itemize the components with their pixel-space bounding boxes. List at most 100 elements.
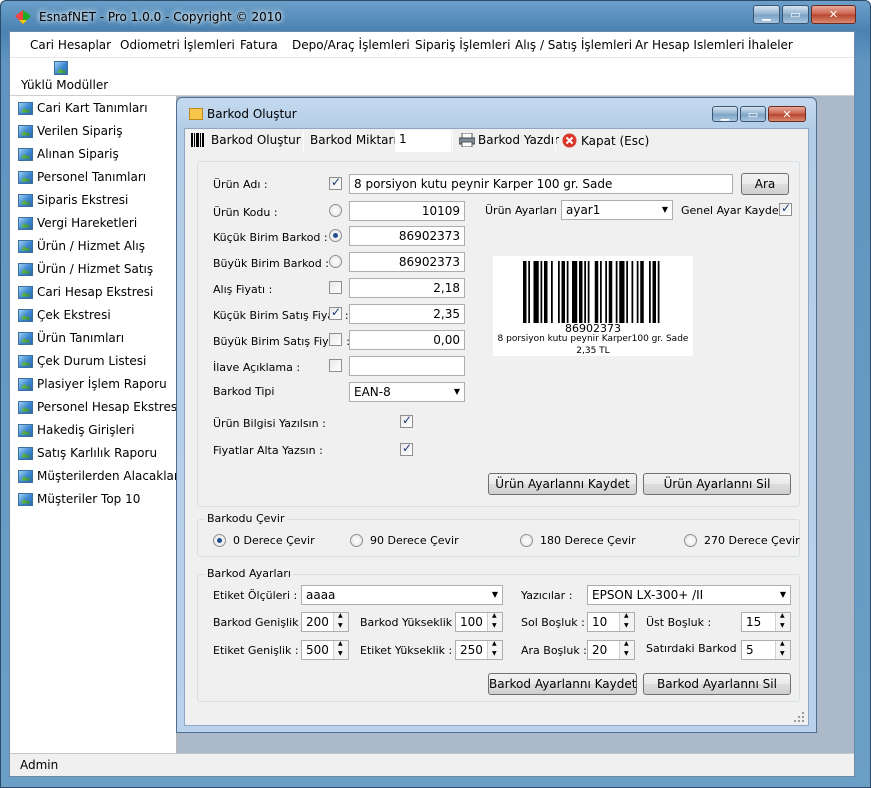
menu-odiometri[interactable]: Odiometri İşlemleri bbox=[120, 38, 235, 52]
ilave-aciklama-checkbox[interactable] bbox=[329, 359, 342, 372]
menu-fatura[interactable]: Fatura bbox=[240, 38, 278, 52]
buyuk-barkod-radio[interactable] bbox=[329, 255, 342, 268]
satirdaki-barkod-spinner[interactable]: 5 bbox=[741, 640, 791, 660]
spinner-arrows-icon[interactable] bbox=[487, 640, 502, 659]
sidebar-item-plasiyer[interactable]: Plasiyer İşlem Raporu bbox=[18, 374, 167, 394]
urun-ayarlari-select[interactable]: ayar1 bbox=[561, 200, 673, 220]
title-bar[interactable]: EsnafNET - Pro 1.0.0 - Copyright © 2010 … bbox=[1, 1, 870, 31]
rotate-90-label[interactable]: 90 Derece Çevir bbox=[370, 534, 459, 547]
sol-bosluk-label: Sol Boşluk : bbox=[521, 616, 585, 629]
resize-grip-icon[interactable] bbox=[793, 711, 805, 723]
barcode-bar bbox=[636, 261, 639, 323]
ara-bosluk-spinner[interactable]: 20 bbox=[587, 640, 635, 660]
spinner-arrows-icon[interactable] bbox=[619, 640, 634, 659]
sidebar-item-cek-durum[interactable]: Çek Durum Listesi bbox=[18, 351, 146, 371]
spinner-arrows-icon[interactable] bbox=[619, 612, 634, 631]
fiyatlar-alta-checkbox[interactable] bbox=[400, 441, 413, 456]
minimize-button[interactable]: ▁ bbox=[753, 5, 780, 24]
sidebar-item-urun-satis[interactable]: Ürün / Hizmet Satış bbox=[18, 259, 153, 279]
etiket-olculeri-select[interactable]: aaaa bbox=[301, 585, 503, 605]
buyuk-satis-input[interactable]: 0,00 bbox=[349, 330, 465, 350]
sidebar-item-verilen-siparis[interactable]: Verilen Sipariş bbox=[18, 121, 123, 141]
spinner-arrows-icon[interactable] bbox=[333, 612, 348, 631]
ust-bosluk-label: Üst Boşluk : bbox=[646, 616, 712, 629]
sol-bosluk-spinner[interactable]: 10 bbox=[587, 612, 635, 632]
buyuk-barkod-input[interactable]: 86902373 bbox=[349, 252, 465, 272]
ust-bosluk-spinner[interactable]: 15 bbox=[741, 612, 791, 632]
kucuk-barkod-input[interactable]: 86902373 bbox=[349, 226, 465, 246]
barkod-ayarlari-kaydet-button[interactable]: Barkod Ayarlannı Kaydet bbox=[488, 673, 637, 695]
barcode-bar bbox=[652, 261, 656, 323]
sidebar-item-alinan-siparis[interactable]: Alınan Sipariş bbox=[18, 144, 119, 164]
yazicilar-label: Yazıcılar : bbox=[521, 589, 573, 602]
barcode-bar bbox=[587, 261, 590, 323]
child-close-button[interactable]: ✕ bbox=[768, 106, 806, 122]
urun-ayarlari-sil-button[interactable]: Ürün Ayarlannı Sil bbox=[643, 473, 791, 495]
sidebar-item-cek-ekstresi[interactable]: Çek Ekstresi bbox=[18, 305, 111, 325]
menu-ihaleler[interactable]: İhaleler bbox=[748, 38, 793, 52]
menu-cari-hesaplar[interactable]: Cari Hesaplar bbox=[30, 38, 111, 52]
buyuk-satis-checkbox[interactable] bbox=[329, 333, 342, 346]
sidebar-item-personel[interactable]: Personel Tanımları bbox=[18, 167, 146, 187]
alis-fiyati-checkbox[interactable] bbox=[329, 281, 342, 294]
sidebar-item-urun-tanimlari[interactable]: Ürün Tanımları bbox=[18, 328, 124, 348]
etiket-yukseklik-spinner[interactable]: 250 bbox=[455, 640, 503, 660]
sidebar-item-musteri-alacak[interactable]: Müşterilerden Alacaklar bbox=[18, 466, 179, 486]
kucuk-satis-input[interactable]: 2,35 bbox=[349, 304, 465, 324]
spinner-arrows-icon[interactable] bbox=[775, 612, 790, 631]
rotate-0-label[interactable]: 0 Derece Çevir bbox=[233, 534, 315, 547]
urun-kodu-input[interactable]: 10109 bbox=[349, 201, 465, 221]
child-minimize-button[interactable]: ▁ bbox=[712, 106, 738, 122]
maximize-button[interactable]: ▭ bbox=[782, 5, 809, 24]
print-barcode-button[interactable]: Barkod Yazdır bbox=[459, 133, 559, 147]
close-esc-button[interactable]: Kapat (Esc) bbox=[562, 133, 649, 148]
urun-kodu-radio[interactable] bbox=[329, 204, 342, 217]
create-barcode-button[interactable]: Barkod Oluştur bbox=[191, 133, 301, 147]
menu-ar-hesap[interactable]: Ar Hesap Islemleri bbox=[635, 38, 745, 52]
spinner-arrows-icon[interactable] bbox=[487, 612, 502, 631]
modules-icon[interactable] bbox=[54, 61, 68, 75]
genel-ayar-checkbox[interactable] bbox=[779, 201, 792, 216]
kucuk-satis-checkbox[interactable] bbox=[329, 305, 342, 320]
urun-adi-input[interactable]: 8 porsiyon kutu peynir Karper 100 gr. Sa… bbox=[349, 174, 733, 194]
modules-label[interactable]: Yüklü Modüller bbox=[21, 78, 108, 92]
sidebar-item-urun-alis[interactable]: Ürün / Hizmet Alış bbox=[18, 236, 145, 256]
ara-button[interactable]: Ara bbox=[741, 173, 789, 195]
rotate-180-label[interactable]: 180 Derece Çevir bbox=[540, 534, 636, 547]
barkod-tipi-select[interactable]: EAN-8 bbox=[349, 382, 465, 402]
rotate-0-radio[interactable] bbox=[213, 534, 226, 547]
sidebar-item-cari-kart[interactable]: Cari Kart Tanımları bbox=[18, 98, 148, 118]
rotate-270-radio[interactable] bbox=[684, 534, 697, 547]
menu-siparis[interactable]: Sipariş İşlemleri bbox=[415, 38, 510, 52]
barcode-qty-input[interactable]: 1 bbox=[395, 130, 451, 152]
menu-alis-satis[interactable]: Alış / Satış İşlemleri bbox=[515, 38, 632, 52]
sidebar-item-siparis-ekstresi[interactable]: Siparis Ekstresi bbox=[18, 190, 128, 210]
status-user: Admin bbox=[20, 758, 59, 772]
etiket-genislik-spinner[interactable]: 500 bbox=[301, 640, 349, 660]
buyuk-barkod-label: Büyük Birim Barkod : bbox=[213, 257, 329, 270]
barkod-ayarlari-sil-button[interactable]: Barkod Ayarlannı Sil bbox=[643, 673, 791, 695]
urun-adi-checkbox[interactable] bbox=[329, 175, 342, 190]
barkod-genislik-spinner[interactable]: 200 bbox=[301, 612, 349, 632]
spinner-arrows-icon[interactable] bbox=[333, 640, 348, 659]
ilave-aciklama-input[interactable] bbox=[349, 356, 465, 376]
child-maximize-button[interactable]: ▭ bbox=[740, 106, 766, 122]
rotate-180-radio[interactable] bbox=[520, 534, 533, 547]
rotate-270-label[interactable]: 270 Derece Çevir bbox=[704, 534, 800, 547]
alis-fiyati-input[interactable]: 2,18 bbox=[349, 278, 465, 298]
sidebar-item-vergi[interactable]: Vergi Hareketleri bbox=[18, 213, 137, 233]
sidebar-item-musteri-top10[interactable]: Müşteriler Top 10 bbox=[18, 489, 140, 509]
close-button[interactable]: ✕ bbox=[811, 5, 856, 24]
kucuk-barkod-radio[interactable] bbox=[329, 229, 342, 242]
sidebar-item-hakedis[interactable]: Hakediş Girişleri bbox=[18, 420, 134, 440]
yazicilar-select[interactable]: EPSON LX-300+ /II bbox=[587, 585, 791, 605]
sidebar-item-cari-ekstre[interactable]: Cari Hesap Ekstresi bbox=[18, 282, 153, 302]
urun-ayarlari-kaydet-button[interactable]: Ürün Ayarlannı Kaydet bbox=[488, 473, 637, 495]
menu-depo-arac[interactable]: Depo/Araç İşlemleri bbox=[292, 38, 410, 52]
sidebar-item-personel-hesap[interactable]: Personel Hesap Ekstresi bbox=[18, 397, 180, 417]
rotate-90-radio[interactable] bbox=[350, 534, 363, 547]
sidebar-item-satis-karlilik[interactable]: Satış Karlılık Raporu bbox=[18, 443, 157, 463]
spinner-arrows-icon[interactable] bbox=[775, 640, 790, 659]
barkod-yukseklik-spinner[interactable]: 100 bbox=[455, 612, 503, 632]
urun-bilgisi-checkbox[interactable] bbox=[400, 413, 413, 428]
